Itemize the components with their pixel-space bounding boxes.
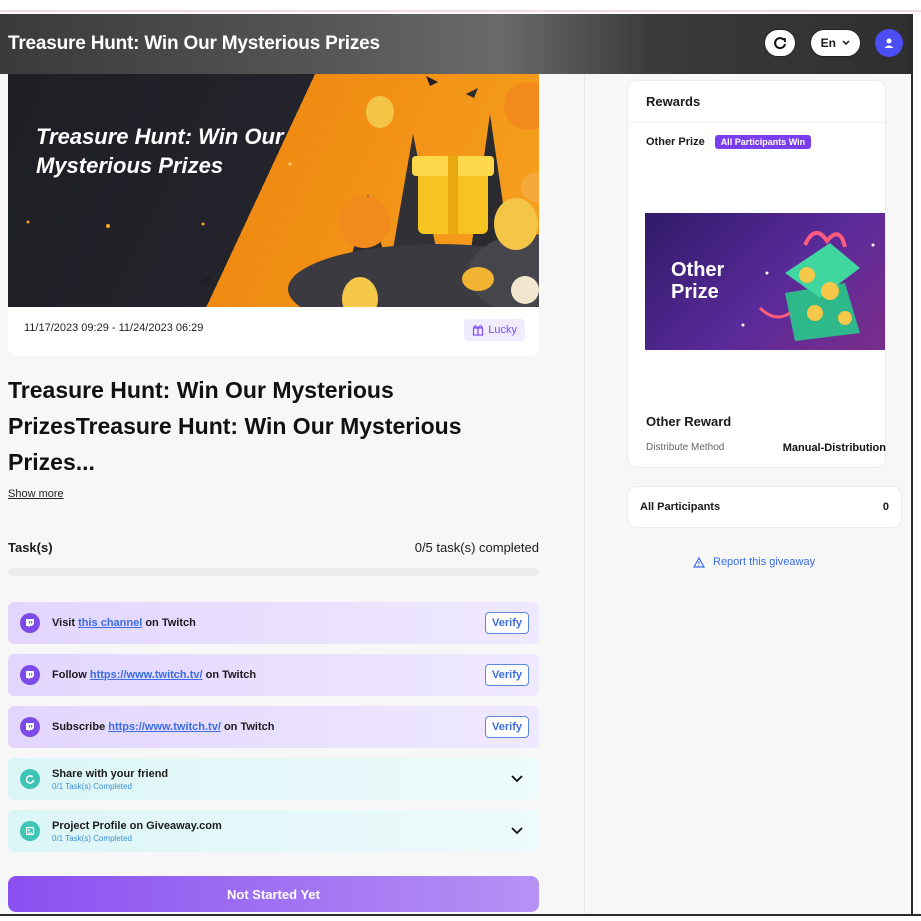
chevron-down-icon[interactable] [511, 827, 523, 835]
twitch-link[interactable]: https://www.twitch.tv/ [90, 669, 203, 681]
banner-card: Treasure Hunt: Win Our Mysterious Prizes… [8, 74, 539, 356]
banner-title: Treasure Hunt: Win Our Mysterious Prizes [36, 124, 284, 178]
participants-row[interactable]: All Participants 0 [627, 486, 902, 528]
task-item-visit-channel: Visit this channel on Twitch Verify [8, 602, 539, 644]
banner-artwork [26, 76, 539, 307]
user-icon [884, 38, 894, 48]
report-label: Report this giveaway [713, 556, 816, 568]
share-icon [20, 769, 40, 789]
prize-badge: All Participants Win [714, 135, 812, 149]
window-edge-bottom [0, 914, 921, 916]
rewards-card: Rewards Other Prize All Participants Win… [627, 80, 886, 468]
giveaway-title: Treasure Hunt: Win Our Mysterious Prizes… [8, 377, 462, 475]
profile-icon [20, 821, 40, 841]
distribute-method-value: Manual-Distribution [782, 442, 886, 454]
twitch-link[interactable]: https://www.twitch.tv/ [108, 721, 221, 733]
task-title: Project Profile on Giveaway.com [52, 819, 222, 832]
show-more-link[interactable]: Show more [8, 488, 64, 500]
header-title: Treasure Hunt: Win Our Mysterious Prizes [8, 33, 380, 54]
not-started-button[interactable]: Not Started Yet [8, 876, 539, 912]
date-range: 11/17/2023 09:29 - 11/24/2023 06:29 [24, 322, 204, 334]
verify-button[interactable]: Verify [485, 716, 529, 738]
prize-image-text: Other Prize [671, 259, 725, 303]
prize-name: Other Prize [646, 136, 705, 148]
twitch-icon [20, 665, 40, 685]
rewards-heading: Rewards [628, 81, 885, 123]
main-column: Treasure Hunt: Win Our Mysterious Prizes… [0, 74, 584, 914]
task-subtitle: 0/1 Task(s) Completed [52, 833, 132, 843]
tasks-progress-bar [8, 568, 539, 576]
top-hairline [0, 0, 921, 12]
task-item-follow: Follow https://www.twitch.tv/ on Twitch … [8, 654, 539, 696]
chevron-down-icon[interactable] [511, 775, 523, 783]
task-text: Subscribe https://www.twitch.tv/ on Twit… [52, 721, 275, 733]
language-label: En [820, 36, 836, 50]
refresh-button[interactable] [763, 29, 796, 57]
task-item-project-profile[interactable]: Project Profile on Giveaway.com 0/1 Task… [8, 810, 539, 852]
header-actions: En [763, 29, 903, 57]
task-text: Project Profile on Giveaway.com 0/1 Task… [52, 820, 222, 843]
task-item-subscribe: Subscribe https://www.twitch.tv/ on Twit… [8, 706, 539, 748]
user-avatar-button[interactable] [875, 29, 903, 57]
lucky-label: Lucky [488, 324, 517, 336]
distribute-method-row: Distribute Method Manual-Distribution [646, 442, 886, 454]
tasks-progress-text: 0/5 task(s) completed [414, 540, 539, 555]
report-link[interactable]: Report this giveaway [693, 556, 815, 568]
gift-icon [473, 325, 484, 336]
tasks-label: Task(s) [8, 540, 53, 555]
distribute-method-label: Distribute Method [646, 442, 725, 453]
channel-link[interactable]: this channel [78, 617, 142, 629]
task-subtitle: 0/1 Task(s) Completed [52, 781, 132, 791]
twitch-icon [20, 717, 40, 737]
sidebar-column: Rewards Other Prize All Participants Win… [584, 74, 911, 914]
refresh-icon [773, 37, 786, 50]
prize-image: Other Prize [645, 213, 885, 350]
twitch-icon [20, 613, 40, 633]
verify-button[interactable]: Verify [485, 664, 529, 686]
chevron-down-icon [842, 40, 850, 46]
language-selector[interactable]: En [809, 29, 861, 57]
prize-row: Other Prize All Participants Win [646, 135, 812, 149]
verify-button[interactable]: Verify [485, 612, 529, 634]
participants-count: 0 [882, 501, 889, 513]
tasks-header: Task(s) 0/5 task(s) completed [8, 540, 539, 555]
window-edge-right [911, 14, 913, 914]
task-text: Visit this channel on Twitch [52, 617, 196, 629]
task-item-share[interactable]: Share with your friend 0/1 Task(s) Compl… [8, 758, 539, 800]
task-text: Follow https://www.twitch.tv/ on Twitch [52, 669, 257, 681]
participants-label: All Participants [640, 501, 721, 513]
banner-image: Treasure Hunt: Win Our Mysterious Prizes [8, 74, 539, 307]
reward-name: Other Reward [646, 414, 732, 429]
task-text: Share with your friend 0/1 Task(s) Compl… [52, 768, 168, 791]
page-header: Treasure Hunt: Win Our Mysterious Prizes… [0, 14, 911, 74]
warning-icon [693, 556, 705, 568]
lucky-badge: Lucky [464, 319, 525, 341]
task-title: Share with your friend [52, 767, 169, 780]
